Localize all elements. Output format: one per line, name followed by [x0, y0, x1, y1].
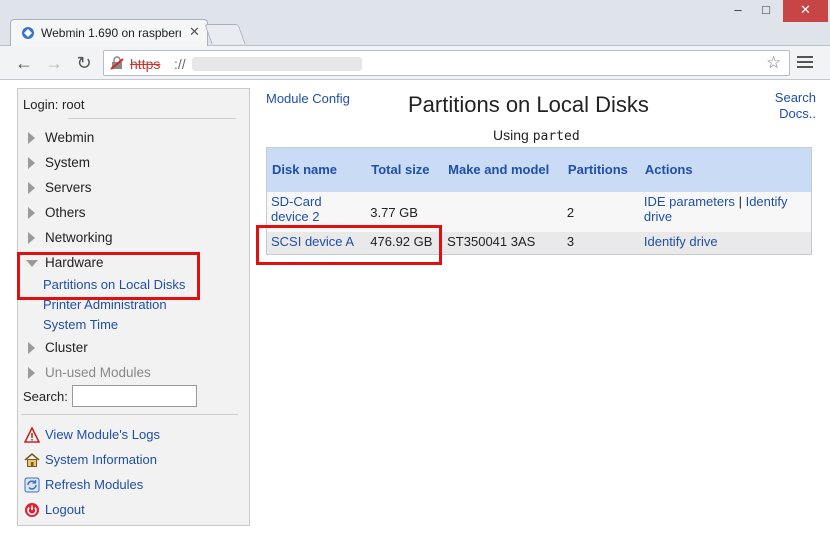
link-label: Logout	[45, 502, 85, 517]
category-label: Un-used Modules	[45, 365, 151, 380]
webmin-favicon-icon	[22, 27, 34, 39]
reload-icon[interactable]: ↻	[74, 53, 94, 73]
url-scheme: https	[130, 56, 161, 72]
address-bar[interactable]: https :// ☆	[103, 50, 790, 76]
ide-parameters-link[interactable]: IDE parameters	[644, 194, 735, 209]
column-header: Actions	[639, 147, 812, 192]
model-cell	[443, 191, 563, 232]
browser-tab[interactable]: Webmin 1.690 on raspberr ✕	[10, 19, 208, 46]
category-label: Networking	[45, 230, 113, 245]
column-header: Total size	[366, 147, 444, 192]
identify-drive-link[interactable]: Identify drive	[644, 234, 718, 249]
category-label: System	[45, 155, 91, 170]
page-title: Partitions on Local Disks	[408, 92, 649, 117]
tab-title: Webmin 1.690 on raspberr	[41, 26, 181, 40]
expand-arrow-icon	[28, 367, 35, 379]
action-separator: |	[738, 193, 742, 209]
category-label: Webmin	[45, 130, 95, 145]
webmin-sidebar: Login: root Webmin System Servers Others…	[17, 88, 250, 526]
category-label: Servers	[45, 180, 92, 195]
using-tool-name: parted	[532, 129, 580, 144]
table-row: SCSI device A 476.92 GB ST350041 3AS 3 I…	[266, 231, 812, 255]
search-docs-line: Search	[774, 90, 816, 105]
actions-cell: Identify drive	[639, 231, 812, 255]
category-label: Hardware	[45, 255, 104, 270]
partitions-cell: 2	[562, 191, 640, 232]
tab-close-icon[interactable]: ✕	[189, 24, 200, 40]
search-docs-link[interactable]: Search Docs..	[775, 90, 816, 122]
total-size-cell: 476.92 GB	[366, 231, 444, 255]
expand-arrow-icon	[28, 232, 35, 244]
module-partitions-on-local-disks[interactable]: Partitions on Local Disks	[43, 277, 185, 292]
actions-cell: IDE parameters | Identify drive	[639, 191, 812, 232]
using-prefix: Using	[493, 127, 529, 143]
browser-toolbar: ← → ↻ https :// ☆	[0, 46, 830, 80]
insecure-lock-icon	[110, 56, 124, 70]
table-header-row: Disk name Total size Make and model Part…	[266, 147, 812, 192]
expand-arrow-icon	[28, 157, 35, 169]
module-search-input[interactable]	[72, 385, 197, 407]
back-arrow-icon[interactable]: ←	[14, 53, 34, 73]
url-separator: ://	[174, 56, 186, 72]
main-content: Module Config Partitions on Local Disks …	[258, 88, 818, 528]
power-icon	[25, 503, 39, 517]
category-label: Cluster	[45, 340, 88, 355]
expand-arrow-icon	[28, 182, 35, 194]
model-cell: ST350041 3AS	[443, 231, 563, 255]
disk-name-link[interactable]: SD-Card device 2	[271, 194, 322, 224]
browser-tabstrip: Webmin 1.690 on raspberr ✕ – □ ✕	[0, 0, 830, 46]
expand-arrow-icon	[28, 132, 35, 144]
column-header: Disk name	[266, 147, 367, 192]
category-label: Others	[45, 205, 86, 220]
expand-arrow-icon	[28, 342, 35, 354]
home-icon	[24, 452, 40, 467]
warning-icon	[24, 427, 40, 443]
new-tab-button[interactable]	[204, 24, 246, 44]
partitions-table: Disk name Total size Make and model Part…	[266, 147, 812, 255]
bookmark-star-icon[interactable]: ☆	[766, 53, 781, 73]
divider	[21, 414, 238, 415]
total-size-cell: 3.77 GB	[366, 191, 444, 232]
window-maximize-button[interactable]: □	[752, 0, 780, 22]
column-header: Make and model	[443, 147, 563, 192]
forward-arrow-icon[interactable]: →	[44, 53, 64, 73]
using-tool-label: Using parted	[493, 127, 580, 144]
table-row: SD-Card device 2 3.77 GB 2 IDE parameter…	[266, 191, 812, 232]
partitions-cell: 3	[562, 231, 640, 255]
module-system-time[interactable]: System Time	[43, 317, 118, 332]
column-header: Partitions	[562, 147, 640, 192]
module-printer-administration[interactable]: Printer Administration	[43, 297, 167, 312]
module-config-link[interactable]: Module Config	[266, 91, 350, 106]
login-label: Login: root	[23, 97, 85, 112]
link-label: System Information	[45, 452, 157, 467]
divider	[68, 118, 236, 119]
chrome-menu-icon[interactable]	[797, 54, 813, 70]
collapse-arrow-icon	[26, 260, 38, 267]
disk-name-link[interactable]: SCSI device A	[271, 234, 354, 249]
link-label: View Module's Logs	[45, 427, 160, 442]
search-docs-line: Docs..	[779, 106, 816, 121]
window-close-button[interactable]: ✕	[783, 0, 828, 22]
refresh-icon	[24, 477, 40, 493]
search-label: Search:	[23, 389, 68, 404]
window-minimize-button[interactable]: –	[724, 0, 752, 22]
expand-arrow-icon	[28, 207, 35, 219]
redacted-url-host	[192, 57, 362, 71]
link-label: Refresh Modules	[45, 477, 144, 492]
